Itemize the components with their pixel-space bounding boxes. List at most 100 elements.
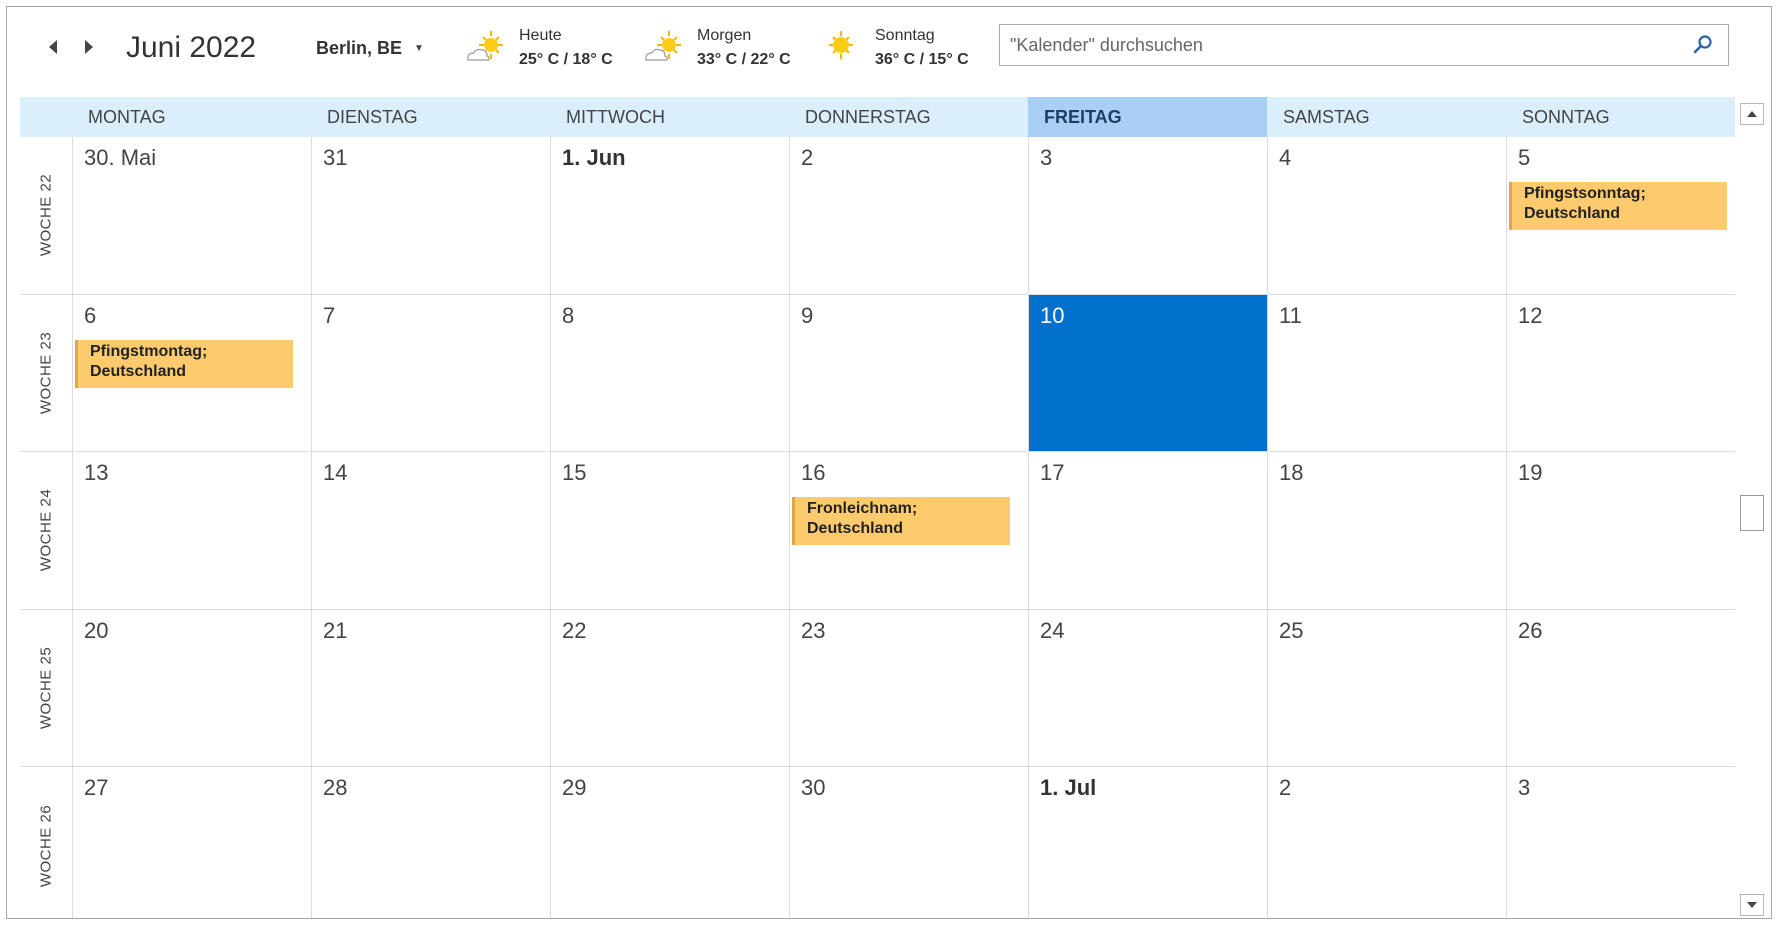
date-number: 4 bbox=[1279, 145, 1292, 170]
previous-month-button[interactable] bbox=[45, 37, 61, 57]
holiday-event[interactable]: Pfingstsonntag; Deutschland bbox=[1509, 182, 1727, 230]
weather-temperature: 36° C / 15° C bbox=[875, 51, 969, 68]
day-cell[interactable]: 15 bbox=[550, 452, 789, 610]
week-number-label: WOCHE 24 bbox=[20, 452, 72, 610]
day-cell[interactable]: 9 bbox=[789, 294, 1028, 453]
week-number-label: WOCHE 23 bbox=[20, 295, 72, 453]
weather-day-label: Heute bbox=[519, 27, 562, 44]
week-number-label: WOCHE 26 bbox=[20, 767, 72, 918]
scrollbar-thumb[interactable] bbox=[1740, 495, 1764, 531]
chevron-right-icon bbox=[85, 40, 93, 54]
date-number: 11 bbox=[1279, 302, 1302, 328]
day-cell[interactable]: 19 bbox=[1506, 452, 1745, 610]
date-number: 28 bbox=[323, 775, 348, 801]
date-number: 3 bbox=[1040, 145, 1053, 170]
day-cell[interactable]: 3 bbox=[1028, 137, 1267, 295]
day-cell[interactable]: 28 bbox=[311, 767, 550, 918]
weekday-header-4: DONNERSTAG bbox=[805, 107, 931, 127]
day-cell[interactable]: 29 bbox=[550, 767, 789, 918]
day-cell[interactable]: 30. Mai bbox=[72, 137, 311, 295]
day-cell[interactable]: 14 bbox=[311, 452, 550, 610]
chevron-left-icon bbox=[49, 40, 57, 54]
weekday-header-3: MITTWOCH bbox=[566, 107, 665, 127]
date-number: 18 bbox=[1279, 460, 1304, 486]
month-title: Juni 2022 bbox=[126, 31, 257, 64]
day-cell[interactable]: 27 bbox=[72, 767, 311, 918]
date-number: 12 bbox=[1518, 302, 1543, 328]
sunny-icon bbox=[829, 31, 853, 59]
vertical-scrollbar[interactable] bbox=[1735, 97, 1771, 918]
event-title: Pfingstmontag; bbox=[90, 342, 208, 360]
day-cell[interactable]: 21 bbox=[311, 609, 550, 768]
date-number: 17 bbox=[1040, 460, 1065, 486]
partly-sunny-icon bbox=[467, 31, 503, 61]
date-number: 20 bbox=[84, 617, 109, 643]
week-number-label: WOCHE 25 bbox=[20, 610, 72, 768]
day-cell[interactable]: 7 bbox=[311, 294, 550, 453]
date-number: 7 bbox=[323, 302, 336, 328]
day-cell[interactable]: 18 bbox=[1267, 452, 1506, 610]
date-number: 6 bbox=[84, 302, 97, 328]
holiday-event[interactable]: Pfingstmontag; Deutschland bbox=[75, 339, 293, 388]
weather-temperature: 25° C / 18° C bbox=[519, 51, 613, 68]
scroll-down-button[interactable] bbox=[1740, 894, 1764, 916]
date-number: 8 bbox=[562, 302, 575, 328]
calendar-search-box[interactable] bbox=[999, 24, 1729, 66]
date-number: 25 bbox=[1279, 617, 1304, 643]
date-number: 3 bbox=[1518, 775, 1531, 801]
date-number: 1. Jul bbox=[1040, 775, 1097, 801]
day-cell[interactable]: 2 bbox=[1267, 767, 1506, 918]
search-input[interactable] bbox=[1010, 33, 1670, 57]
day-cell[interactable]: 2 bbox=[789, 137, 1028, 295]
date-number: 23 bbox=[801, 617, 826, 643]
week-number-label: WOCHE 22 bbox=[20, 137, 72, 295]
next-month-button[interactable] bbox=[81, 37, 97, 57]
day-cell-selected[interactable]: 10 bbox=[1028, 294, 1267, 453]
day-cell[interactable]: 1. Jun bbox=[550, 137, 789, 295]
day-cell[interactable]: 12 bbox=[1506, 294, 1745, 453]
date-number: 22 bbox=[562, 617, 587, 643]
day-cell[interactable]: 11 bbox=[1267, 294, 1506, 453]
day-cell[interactable]: 17 bbox=[1028, 452, 1267, 610]
day-cell[interactable]: 22 bbox=[550, 609, 789, 768]
day-cell[interactable]: 5 Pfingstsonntag; Deutschland bbox=[1506, 137, 1745, 295]
holiday-event[interactable]: Fronleichnam; Deutschland bbox=[792, 497, 1010, 546]
date-number: 19 bbox=[1518, 460, 1543, 486]
search-icon[interactable] bbox=[1692, 34, 1714, 56]
date-number: 1. Jun bbox=[562, 145, 626, 170]
day-cell[interactable]: 8 bbox=[550, 294, 789, 453]
day-cell[interactable]: 30 bbox=[789, 767, 1028, 918]
calendar-window: Juni 2022 Berlin, BE ▼ Heute 25° C / 18° … bbox=[6, 6, 1772, 919]
date-number: 5 bbox=[1518, 145, 1531, 170]
week-number-text: WOCHE 24 bbox=[37, 489, 55, 572]
day-cell[interactable]: 16 Fronleichnam; Deutschland bbox=[789, 452, 1028, 610]
day-cell[interactable]: 20 bbox=[72, 609, 311, 768]
date-number: 10 bbox=[1040, 302, 1065, 328]
weekday-header-row: MONTAG DIENSTAG MITTWOCH DONNERSTAG FREITAG S… bbox=[20, 97, 1735, 137]
date-number: 21 bbox=[323, 617, 348, 643]
scroll-up-button[interactable] bbox=[1740, 103, 1764, 125]
date-number: 29 bbox=[562, 775, 587, 801]
week-number-text: WOCHE 25 bbox=[37, 646, 55, 730]
event-location: Deutschland bbox=[807, 520, 904, 538]
day-cell[interactable]: 13 bbox=[72, 452, 311, 610]
day-cell[interactable]: 31 bbox=[311, 137, 550, 295]
day-cell[interactable]: 23 bbox=[789, 609, 1028, 768]
date-number: 26 bbox=[1518, 617, 1543, 643]
event-location: Deutschland bbox=[90, 362, 187, 380]
day-cell[interactable]: 26 bbox=[1506, 609, 1745, 768]
day-cell[interactable]: 3 bbox=[1506, 767, 1745, 918]
date-number: 15 bbox=[562, 460, 587, 486]
day-cell[interactable]: 6 Pfingstmontag; Deutschland bbox=[72, 294, 311, 453]
day-cell[interactable]: 25 bbox=[1267, 609, 1506, 768]
date-number: 2 bbox=[1279, 775, 1292, 801]
date-number: 30 bbox=[801, 775, 826, 801]
day-cell[interactable]: 1. Jul bbox=[1028, 767, 1267, 918]
day-cell[interactable]: 24 bbox=[1028, 609, 1267, 768]
weekday-header-5: FREITAG bbox=[1028, 97, 1267, 137]
date-number: 30. Mai bbox=[84, 145, 157, 170]
location-selector[interactable]: Berlin, BE ▼ bbox=[316, 38, 424, 59]
weekday-header-6: SAMSTAG bbox=[1283, 107, 1370, 127]
day-cell[interactable]: 4 bbox=[1267, 137, 1506, 295]
location-label: Berlin, BE bbox=[316, 38, 403, 58]
